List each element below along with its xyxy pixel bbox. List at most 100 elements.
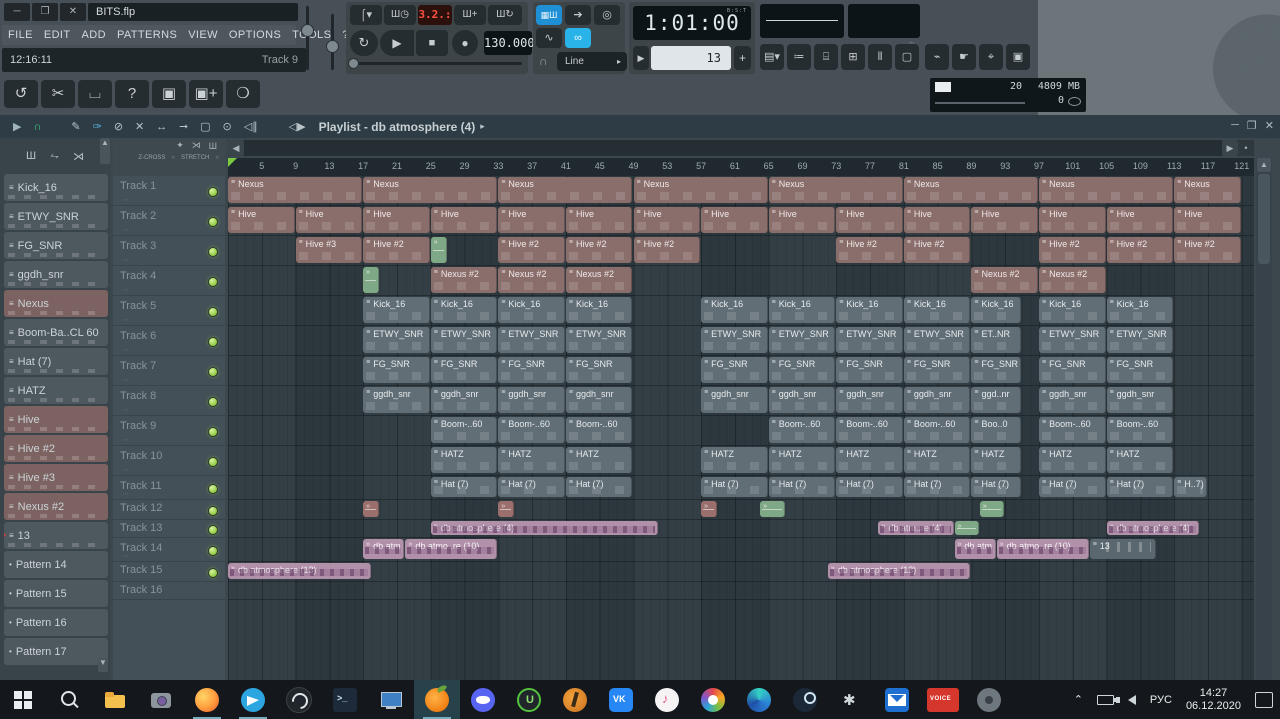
grid-track-row[interactable]: ≡Boom-..60≡Boom-..60≡Boom-..60≡Boom-..60… <box>228 416 1254 446</box>
track-led[interactable] <box>208 277 218 287</box>
track-header[interactable]: Track 9⋯ <box>113 416 225 446</box>
taskbar-edge[interactable] <box>736 680 782 719</box>
track-led[interactable] <box>208 337 218 347</box>
clip[interactable]: » <box>980 501 1004 517</box>
clip[interactable]: ≡Boom-..60 <box>769 417 836 443</box>
clip[interactable]: ≡Hat (7) <box>1107 477 1174 497</box>
taskbar-photos[interactable] <box>690 680 736 719</box>
taskbar-mail[interactable] <box>874 680 920 719</box>
clip[interactable]: ≡Boom-..60 <box>1107 417 1174 443</box>
zoom-tool-icon[interactable]: ⊙ <box>217 120 236 133</box>
oscilloscope-display[interactable] <box>760 4 844 38</box>
clip[interactable]: ≡ggdh_snr <box>1039 387 1106 413</box>
step-edit-icon[interactable]: ➔ <box>565 5 591 25</box>
taskbar-telegram[interactable] <box>230 680 276 719</box>
clip[interactable]: ≡Hive <box>836 207 903 233</box>
pattern-plus-icon[interactable]: Ш+ <box>454 5 486 25</box>
stretch-label[interactable]: STRETCH <box>181 155 209 161</box>
clip[interactable]: ≡Nexus <box>904 177 1038 203</box>
taskbar-terminal[interactable] <box>322 680 368 719</box>
clip[interactable]: ≡FG_SNR <box>769 357 836 383</box>
clip[interactable]: ≡ggdh_snr <box>836 387 903 413</box>
kick-toggle[interactable]: ⌖ <box>979 44 1003 70</box>
clip[interactable]: ≡ggdh_snr <box>431 387 498 413</box>
clip[interactable]: ≡H..7) <box>1174 477 1207 497</box>
clip[interactable]: ≡ET..NR <box>971 327 1021 353</box>
pattern-scroll-down[interactable]: ▼ <box>98 658 108 672</box>
grid-track-row[interactable]: ≡Hive #3≡Hive #2»≡Hive #2≡Hive #2≡Hive #… <box>228 236 1254 266</box>
clip[interactable]: ≡ETWY_SNR <box>431 327 498 353</box>
pattern-item[interactable]: ≡ETWY_SNR <box>4 203 108 230</box>
save-plus-icon[interactable]: ▣+ <box>189 80 223 108</box>
track-header[interactable]: Track 16 <box>113 582 225 600</box>
restore-app-button[interactable]: ❐ <box>32 3 58 21</box>
stretch-toggle[interactable]: ○ <box>215 155 219 161</box>
snap-magnet-icon[interactable]: ∩ <box>539 54 548 68</box>
grid-track-row[interactable]: »≡Nexus #2≡Nexus #2≡Nexus #2≡Nexus #2≡Ne… <box>228 266 1254 296</box>
playlist-vscroll[interactable]: ▲ <box>1256 158 1272 680</box>
clip[interactable]: ≡HATZ <box>1107 447 1174 473</box>
master-pitch-knob[interactable] <box>326 40 339 53</box>
track-header[interactable]: Track 12 <box>113 500 225 520</box>
clip[interactable]: ≡Hive #2 <box>363 237 430 263</box>
vscroll-thumb[interactable] <box>1258 174 1270 264</box>
clip[interactable]: » <box>363 501 379 517</box>
track-header[interactable]: Track 4⋯ <box>113 266 225 296</box>
pattern-item[interactable]: ≡FG_SNR <box>4 232 108 259</box>
playlist-minimize-icon[interactable]: ─ <box>1231 119 1239 132</box>
pattern-loop-icon[interactable]: Ш↻ <box>488 5 522 25</box>
spectrum-display[interactable] <box>848 4 920 38</box>
play-button[interactable]: ▶ <box>380 30 414 56</box>
pencil-tool-icon[interactable]: ✎ <box>66 120 85 133</box>
track-led[interactable] <box>208 427 218 437</box>
clip[interactable]: ≡ggdh_snr <box>769 387 836 413</box>
clip[interactable]: ≡FG_SNR <box>971 357 1021 383</box>
clip[interactable]: ≡Hat (7) <box>971 477 1021 497</box>
clip[interactable]: ≡Hat (7) <box>836 477 903 497</box>
clip[interactable]: ≡Nexus <box>1039 177 1173 203</box>
track-header[interactable]: Track 15 <box>113 562 225 582</box>
grid-track-row[interactable] <box>228 582 1254 600</box>
track-header[interactable]: Track 10⋯ <box>113 446 225 476</box>
volume-icon[interactable] <box>1121 695 1143 705</box>
clip[interactable]: ≡Boom-..60 <box>498 417 565 443</box>
clip[interactable]: ≡Boo..0 <box>971 417 1021 443</box>
magnet-tool-icon[interactable]: ∩ <box>28 121 46 133</box>
track-led[interactable] <box>208 397 218 407</box>
clip[interactable]: ≡ETWY_SNR <box>769 327 836 353</box>
clip[interactable]: »db atmosphere (4) <box>431 521 658 535</box>
loop-record-lcd[interactable]: 3.2.: <box>418 5 452 25</box>
piano-roll-toggle[interactable]: ⌸ <box>814 44 838 70</box>
master-volume-knob[interactable] <box>301 24 314 37</box>
record-button[interactable]: ● <box>452 30 478 56</box>
clip[interactable]: ≡Kick_16 <box>566 297 633 323</box>
clip[interactable]: ≡FG_SNR <box>904 357 971 383</box>
pattern-prev-icon[interactable]: ▶ <box>633 46 649 70</box>
grid-track-row[interactable]: »db atmosphere (4)»db atm..re (4)»»db at… <box>228 520 1254 538</box>
playlist-toggle[interactable]: ▤▾ <box>760 44 784 70</box>
grid-track-row[interactable]: ≡ggdh_snr≡ggdh_snr≡ggdh_snr≡ggdh_snr≡ggd… <box>228 386 1254 416</box>
scroll-left-button[interactable]: ◀ <box>228 140 244 156</box>
clip[interactable]: ≡ggdh_snr <box>904 387 971 413</box>
track-led[interactable] <box>208 247 218 257</box>
clip[interactable]: ≡Boom-..60 <box>836 417 903 443</box>
clip[interactable]: ≡Hat (7) <box>498 477 565 497</box>
clip[interactable]: ≡Nexus <box>1174 177 1241 203</box>
clip[interactable]: ≡Hive #2 <box>1039 237 1106 263</box>
pattern-item[interactable]: ≡ggdh_snr <box>4 261 108 288</box>
clip[interactable]: »db atmo..re (10) <box>405 539 497 559</box>
clip[interactable]: ≡Hive <box>566 207 633 233</box>
clip[interactable]: ≡HATZ <box>566 447 633 473</box>
clip[interactable]: ≡Nexus <box>498 177 632 203</box>
track-led[interactable] <box>208 187 218 197</box>
playlist-title-arrow-icon[interactable]: ▸ <box>480 121 485 132</box>
menu-item-add[interactable]: ADD <box>82 29 106 41</box>
clip[interactable]: » <box>363 267 379 293</box>
taskbar-folder[interactable] <box>92 680 138 719</box>
zcross-toggle[interactable]: ○ <box>171 155 175 161</box>
track-led[interactable] <box>208 525 218 535</box>
track-header[interactable]: Track 11⋯ <box>113 476 225 500</box>
clip[interactable]: »db atmosphere (4) <box>1107 521 1199 535</box>
track-led[interactable] <box>208 367 218 377</box>
track-header[interactable]: Track 3⋯ <box>113 236 225 266</box>
